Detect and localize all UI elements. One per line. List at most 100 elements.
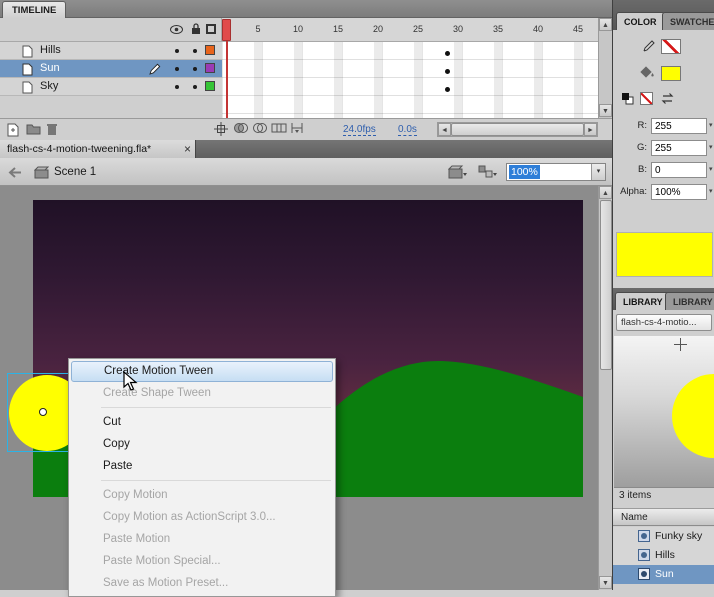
timeline-panel: TIMELINE 5 10 15 20 25 30 35 40 45 Hills xyxy=(0,0,612,140)
layer-page-icon xyxy=(22,63,33,76)
frame-rate-value[interactable]: 24.0fps xyxy=(343,124,376,136)
keyframe-dot[interactable] xyxy=(445,69,450,74)
document-tab[interactable]: flash-cs-4-motion-tweening.fla* × xyxy=(0,140,196,158)
tab-library-1[interactable]: LIBRARY xyxy=(615,292,671,310)
layer-color-chip[interactable] xyxy=(205,81,215,91)
lock-dot-icon[interactable] xyxy=(193,49,197,53)
scroll-left-icon[interactable]: ◄ xyxy=(438,123,451,136)
frame-number: 20 xyxy=(369,24,387,34)
b-input[interactable] xyxy=(651,162,707,178)
library-item-label: Sun xyxy=(655,565,674,584)
scrollbar-thumb[interactable] xyxy=(600,200,612,370)
edit-bar: Scene 1 100% ▾ xyxy=(0,158,612,186)
fill-color-chip[interactable] xyxy=(661,66,681,81)
tab-library-2[interactable]: LIBRARY xyxy=(665,292,714,310)
library-item-funky-sky[interactable]: Funky sky xyxy=(613,527,714,546)
onion-skin-icon[interactable] xyxy=(233,122,249,138)
edit-symbols-icon[interactable] xyxy=(478,165,498,179)
zoom-value[interactable]: 100% xyxy=(509,165,540,179)
layer-row-sky[interactable]: Sky xyxy=(0,78,222,96)
layer-name[interactable]: Sun xyxy=(40,60,60,77)
paint-bucket-icon[interactable] xyxy=(639,64,656,80)
back-arrow-icon[interactable] xyxy=(8,167,22,178)
keyframe-dot[interactable] xyxy=(445,51,450,56)
swap-colors-icon[interactable] xyxy=(660,93,675,104)
black-white-colors-icon[interactable] xyxy=(621,92,634,105)
pencil-edit-icon xyxy=(148,62,162,76)
library-name-column-header[interactable]: Name xyxy=(613,508,714,526)
stroke-pencil-icon[interactable] xyxy=(641,38,656,54)
scroll-up-icon[interactable]: ▲ xyxy=(599,18,612,31)
menu-item-copy[interactable]: Copy xyxy=(69,433,335,455)
alpha-input[interactable] xyxy=(651,184,707,200)
g-stepper-icon[interactable]: ▾ xyxy=(709,140,713,156)
r-stepper-icon[interactable]: ▾ xyxy=(709,118,713,134)
tab-timeline[interactable]: TIMELINE xyxy=(2,1,66,18)
stroke-color-chip[interactable] xyxy=(661,39,681,54)
library-document-dropdown[interactable]: flash-cs-4-motio... xyxy=(616,314,712,331)
close-icon[interactable]: × xyxy=(184,140,191,158)
visibility-dot-icon[interactable] xyxy=(175,67,179,71)
layer-name[interactable]: Hills xyxy=(40,42,61,59)
new-layer-icon[interactable] xyxy=(6,122,22,138)
layer-name[interactable]: Sky xyxy=(40,78,58,95)
frame-number: 25 xyxy=(409,24,427,34)
tab-swatches[interactable]: SWATCHES xyxy=(662,12,714,30)
layer-row-hills[interactable]: Hills xyxy=(0,42,222,60)
delete-layer-icon[interactable] xyxy=(46,122,62,138)
edit-multiple-frames-icon[interactable] xyxy=(271,122,287,138)
menu-item-copy-motion: Copy Motion xyxy=(69,484,335,506)
visibility-dot-icon[interactable] xyxy=(175,85,179,89)
lock-icon[interactable] xyxy=(191,22,201,35)
frame-number: 45 xyxy=(569,24,587,34)
scroll-up-icon[interactable]: ▲ xyxy=(599,186,612,199)
scroll-down-icon[interactable]: ▼ xyxy=(599,104,612,117)
lock-dot-icon[interactable] xyxy=(193,85,197,89)
elapsed-time-value[interactable]: 0.0s xyxy=(398,124,417,136)
scroll-down-icon[interactable]: ▼ xyxy=(599,576,612,589)
eye-icon[interactable] xyxy=(170,25,183,34)
r-input[interactable] xyxy=(651,118,707,134)
scene-breadcrumb[interactable]: Scene 1 xyxy=(54,158,96,186)
stage-vscrollbar[interactable]: ▲ ▼ xyxy=(598,186,612,590)
timeline-vscrollbar[interactable]: ▲ ▼ xyxy=(598,18,612,118)
library-item-label: Hills xyxy=(655,546,675,565)
edit-scene-icon[interactable] xyxy=(448,165,468,179)
r-label: R: xyxy=(615,118,647,134)
menu-item-paste[interactable]: Paste xyxy=(69,455,335,477)
library-item-hills[interactable]: Hills xyxy=(613,546,714,565)
menu-item-create-motion-tween[interactable]: Create Motion Tween xyxy=(71,361,333,382)
keyframe-dot[interactable] xyxy=(445,87,450,92)
library-item-sun[interactable]: Sun xyxy=(613,565,714,584)
layer-color-chip[interactable] xyxy=(205,45,215,55)
timeline-hscrollbar[interactable]: ◄ ► xyxy=(437,122,598,137)
color-panel-tabstrip: COLOR SWATCHES xyxy=(613,0,714,30)
g-input[interactable] xyxy=(651,140,707,156)
new-folder-icon[interactable] xyxy=(26,122,42,138)
menu-separator xyxy=(101,407,331,408)
timeline-ruler[interactable]: 5 10 15 20 25 30 35 40 45 xyxy=(222,18,598,42)
center-frame-icon[interactable] xyxy=(214,122,230,138)
current-color-swatch[interactable] xyxy=(616,232,713,277)
layer-page-icon xyxy=(22,81,33,94)
no-color-icon[interactable] xyxy=(640,92,653,105)
scroll-right-icon[interactable]: ► xyxy=(584,123,597,136)
tab-color[interactable]: COLOR xyxy=(616,12,665,30)
layer-color-chip[interactable] xyxy=(205,63,215,73)
chevron-down-icon[interactable]: ▾ xyxy=(591,164,605,180)
menu-item-cut[interactable]: Cut xyxy=(69,411,335,433)
timeline-frame-grid[interactable] xyxy=(222,42,598,118)
transform-point-handle[interactable] xyxy=(39,408,47,416)
alpha-stepper-icon[interactable]: ▾ xyxy=(709,184,713,200)
onion-skin-outlines-icon[interactable] xyxy=(252,122,268,138)
zoom-control[interactable]: 100% ▾ xyxy=(506,163,606,181)
outline-square-icon[interactable] xyxy=(206,24,216,34)
scrollbar-thumb[interactable] xyxy=(451,123,584,136)
visibility-dot-icon[interactable] xyxy=(175,49,179,53)
frame-number: 15 xyxy=(329,24,347,34)
layer-row-sun[interactable]: Sun xyxy=(0,60,222,78)
lock-dot-icon[interactable] xyxy=(193,67,197,71)
modify-markers-icon[interactable] xyxy=(290,122,306,138)
b-stepper-icon[interactable]: ▾ xyxy=(709,162,713,178)
playhead-handle[interactable] xyxy=(222,19,231,41)
